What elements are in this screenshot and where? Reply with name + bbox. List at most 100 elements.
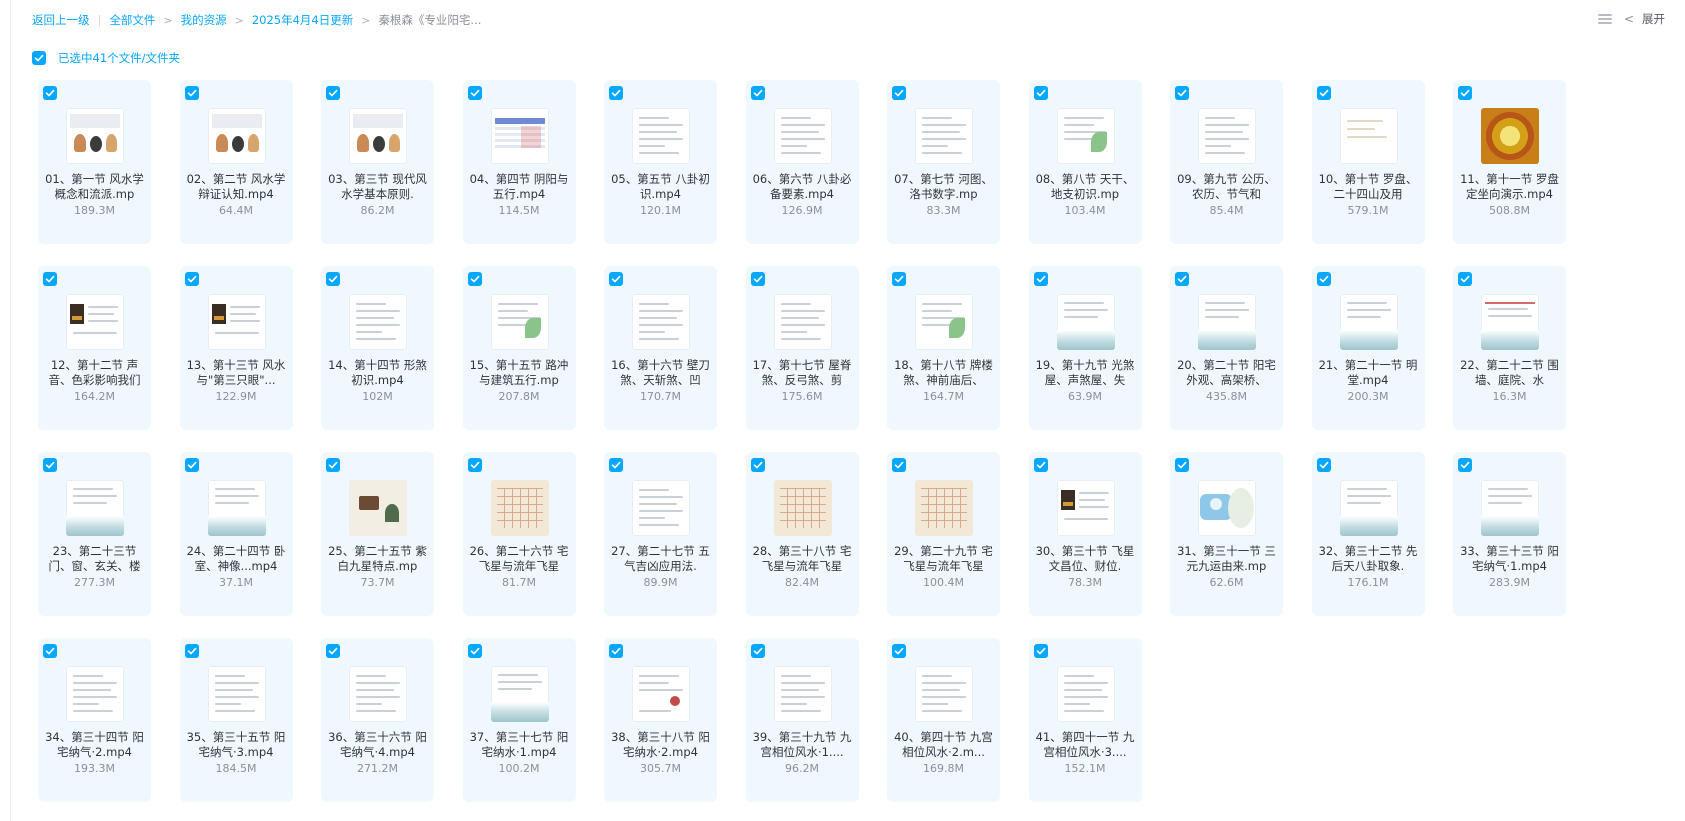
file-tile[interactable]: 11、第十一节 罗盘定坐向演示.mp4 508.8M: [1453, 80, 1566, 244]
video-thumbnail: [1198, 294, 1256, 350]
file-checkbox[interactable]: [750, 86, 765, 100]
file-tile[interactable]: 17、第十七节 屋脊煞、反弓煞、剪 175.6M: [745, 266, 859, 430]
video-thumbnail: [915, 666, 973, 722]
file-checkbox[interactable]: [892, 644, 906, 658]
file-checkbox[interactable]: [1033, 272, 1048, 286]
file-checkbox[interactable]: [467, 458, 482, 472]
breadcrumb-all-files[interactable]: 全部文件: [109, 12, 155, 28]
file-tile[interactable]: 01、第一节 风水学概念和流派.mp 189.3M: [38, 80, 151, 244]
expand-button[interactable]: < 展开: [1624, 11, 1665, 27]
file-checkbox[interactable]: [1175, 86, 1189, 100]
file-tile[interactable]: 33、第三十三节 阳宅纳气·1.mp4 283.9M: [1453, 452, 1566, 616]
file-tile[interactable]: 36、第三十六节 阳宅纳气·4.mp4 271.2M: [321, 638, 434, 802]
file-tile[interactable]: 29、第二十九节 宅飞星与流年飞星 100.4M: [887, 452, 1000, 616]
file-tile[interactable]: 21、第二十一节 明堂.mp4 200.3M: [1311, 266, 1425, 430]
file-tile[interactable]: 34、第三十四节 阳宅纳气·2.mp4 193.3M: [38, 638, 151, 802]
file-tile[interactable]: 32、第三十二节 先后天八卦取象. 176.1M: [1311, 452, 1425, 616]
file-tile[interactable]: 05、第五节 八卦初识.mp4 120.1M: [604, 80, 717, 244]
video-thumbnail: [349, 294, 407, 350]
file-tile[interactable]: 23、第二十三节 门、窗、玄关、楼 277.3M: [38, 452, 151, 616]
file-checkbox[interactable]: [750, 458, 765, 472]
file-tile[interactable]: 35、第三十五节 阳宅纳气·3.mp4 184.5M: [179, 638, 293, 802]
file-tile[interactable]: 28、第三十八节 宅飞星与流年飞星 82.4M: [745, 452, 859, 616]
file-checkbox[interactable]: [609, 272, 623, 286]
file-checkbox[interactable]: [467, 272, 482, 286]
file-checkbox[interactable]: [1033, 86, 1048, 100]
file-tile[interactable]: 40、第四十节 九宫相位风水·2.m... 169.8M: [887, 638, 1000, 802]
file-tile[interactable]: 25、第二十五节 紫白九星特点.mp 73.7M: [321, 452, 434, 616]
file-tile[interactable]: 07、第七节 河图、洛书数字.mp 83.3M: [887, 80, 1000, 244]
file-checkbox[interactable]: [467, 86, 482, 100]
file-tile[interactable]: 09、第九节 公历、农历、节气和 85.4M: [1170, 80, 1283, 244]
file-tile[interactable]: 39、第三十九节 九宫相位风水·1.... 96.2M: [745, 638, 859, 802]
video-thumbnail: [207, 480, 266, 536]
file-name: 04、第四节 阴阳与五行.mp4: [469, 172, 569, 201]
file-checkbox[interactable]: [1458, 458, 1472, 472]
file-tile[interactable]: 31、第三十一节 三元九运由来.mp 62.6M: [1170, 452, 1283, 616]
breadcrumb-my-resources[interactable]: 我的资源: [181, 12, 227, 28]
file-name: 38、第三十八节 阳宅纳水·2.mp4: [611, 730, 710, 759]
video-thumbnail: [207, 108, 266, 164]
file-tile[interactable]: 15、第十五节 路冲与建筑五行.mp 207.8M: [462, 266, 576, 430]
file-tile[interactable]: 26、第二十六节 宅飞星与流年飞星 81.7M: [462, 452, 576, 616]
file-tile[interactable]: 41、第四十一节 九宫相位风水·3.... 152.1M: [1028, 638, 1142, 802]
separator: |: [97, 13, 102, 27]
file-tile[interactable]: 30、第三十节 飞星文昌位、财位. 78.3M: [1028, 452, 1142, 616]
breadcrumb-update-folder[interactable]: 2025年4月4日更新: [252, 12, 353, 28]
file-checkbox[interactable]: [1175, 458, 1189, 472]
file-checkbox[interactable]: [467, 644, 482, 658]
file-tile[interactable]: 19、第十九节 光煞屋、声煞屋、失 63.9M: [1028, 266, 1142, 430]
file-checkbox[interactable]: [1458, 272, 1472, 286]
file-size: 152.1M: [1064, 762, 1106, 775]
file-checkbox[interactable]: [43, 272, 57, 286]
file-checkbox[interactable]: [609, 644, 623, 658]
file-tile[interactable]: 24、第二十四节 卧室、神像...mp4 37.1M: [179, 452, 293, 616]
file-checkbox[interactable]: [609, 86, 623, 100]
file-checkbox[interactable]: [1316, 86, 1331, 100]
check-icon: [611, 89, 621, 97]
file-checkbox[interactable]: [184, 86, 199, 100]
file-checkbox[interactable]: [184, 272, 199, 286]
file-checkbox[interactable]: [1033, 644, 1048, 658]
file-tile[interactable]: 08、第八节 天干、地支初识.mp 103.4M: [1028, 80, 1142, 244]
file-checkbox[interactable]: [326, 86, 340, 100]
file-tile[interactable]: 12、第十二节 声音、色彩影响我们 164.2M: [38, 266, 151, 430]
file-tile[interactable]: 22、第二十二节 围墙、庭院、水 16.3M: [1453, 266, 1566, 430]
file-tile[interactable]: 18、第十八节 牌楼煞、神前庙后、 164.7M: [887, 266, 1000, 430]
file-tile[interactable]: 14、第十四节 形煞初识.mp4 102M: [321, 266, 434, 430]
file-checkbox[interactable]: [750, 644, 765, 658]
file-checkbox[interactable]: [892, 272, 906, 286]
file-tile[interactable]: 38、第三十八节 阳宅纳水·2.mp4 305.7M: [604, 638, 717, 802]
file-checkbox[interactable]: [326, 458, 340, 472]
file-checkbox[interactable]: [184, 458, 199, 472]
file-checkbox[interactable]: [892, 86, 906, 100]
file-checkbox[interactable]: [1316, 458, 1331, 472]
file-tile[interactable]: 37、第三十七节 阳宅纳水·1.mp4 100.2M: [462, 638, 576, 802]
file-tile[interactable]: 16、第十六节 壁刀煞、天斩煞、凹 170.7M: [604, 266, 717, 430]
file-checkbox[interactable]: [1316, 272, 1331, 286]
file-checkbox[interactable]: [1458, 86, 1472, 100]
file-checkbox[interactable]: [750, 272, 765, 286]
file-checkbox[interactable]: [43, 644, 57, 658]
file-tile[interactable]: 10、第十节 罗盘、二十四山及用 579.1M: [1311, 80, 1425, 244]
file-tile[interactable]: 20、第二十节 阳宅外观、高架桥、 435.8M: [1170, 266, 1283, 430]
select-all-checkbox[interactable]: [32, 51, 46, 65]
file-checkbox[interactable]: [43, 458, 57, 472]
file-checkbox[interactable]: [184, 644, 199, 658]
file-tile[interactable]: 13、第十三节 风水与"第三只眼"... 122.9M: [179, 266, 293, 430]
file-tile[interactable]: 06、第六节 八卦必备要素.mp4 126.9M: [745, 80, 859, 244]
list-view-icon[interactable]: [1597, 12, 1612, 26]
file-checkbox[interactable]: [326, 644, 340, 658]
check-icon: [1460, 89, 1470, 97]
file-tile[interactable]: 02、第二节 风水学辩证认知.mp4 64.4M: [179, 80, 293, 244]
file-checkbox[interactable]: [326, 272, 340, 286]
file-checkbox[interactable]: [43, 86, 57, 100]
file-tile[interactable]: 04、第四节 阴阳与五行.mp4 114.5M: [462, 80, 576, 244]
back-link[interactable]: 返回上一级: [32, 12, 90, 28]
file-checkbox[interactable]: [1033, 458, 1048, 472]
file-tile[interactable]: 03、第三节 现代风水学基本原则. 86.2M: [321, 80, 434, 244]
file-tile[interactable]: 27、第二十七节 五气吉凶应用法. 89.9M: [604, 452, 717, 616]
file-checkbox[interactable]: [609, 458, 623, 472]
file-checkbox[interactable]: [892, 458, 906, 472]
file-checkbox[interactable]: [1175, 272, 1189, 286]
